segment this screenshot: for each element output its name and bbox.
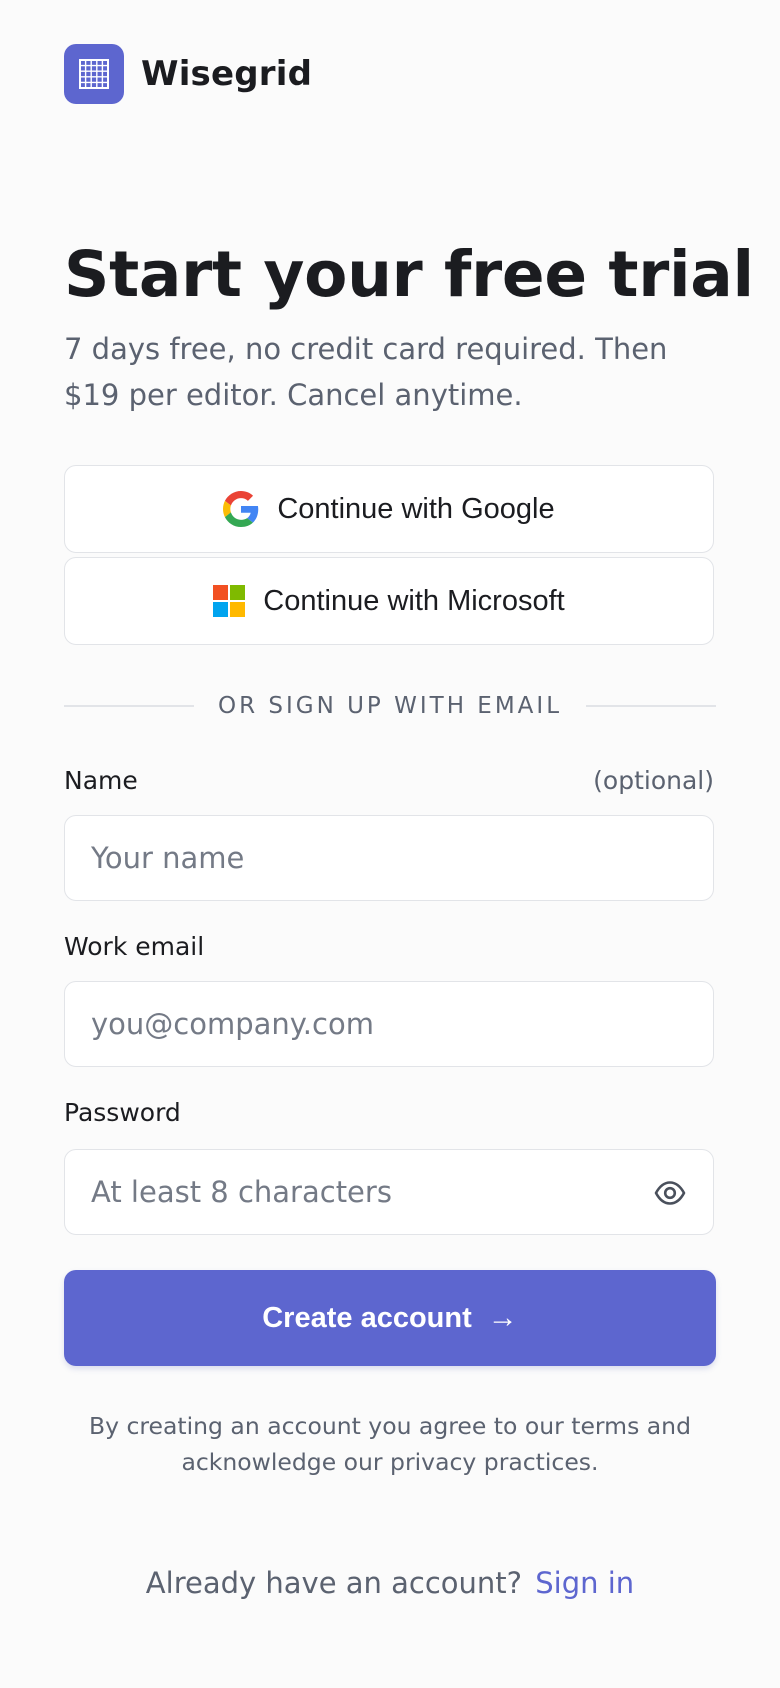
continue-with-microsoft-button[interactable]: Continue with Microsoft — [64, 557, 714, 645]
google-icon — [223, 491, 259, 527]
password-label: Password — [64, 1098, 181, 1127]
microsoft-icon — [213, 585, 246, 617]
sign-in-prompt: Already have an account? Sign in — [64, 1566, 716, 1600]
create-account-button[interactable]: Create account → — [64, 1270, 716, 1366]
eye-icon[interactable] — [653, 1176, 687, 1210]
continue-with-google-button[interactable]: Continue with Google — [64, 465, 714, 553]
legal-notice: By creating an account you agree to our … — [88, 1412, 691, 1476]
name-input[interactable] — [65, 816, 713, 900]
email-field[interactable] — [64, 981, 714, 1067]
arrow-right-icon: → — [487, 1301, 518, 1334]
sign-in-prompt-text: Already have an account? — [145, 1566, 523, 1600]
divider-line-right — [586, 705, 716, 707]
name-label: Name — [64, 766, 138, 795]
microsoft-button-label: Continue with Microsoft — [263, 584, 565, 617]
page-title: Start your free trial — [64, 238, 754, 311]
email-input[interactable] — [65, 982, 713, 1066]
divider: OR SIGN UP WITH EMAIL — [64, 686, 716, 726]
divider-text: OR SIGN UP WITH EMAIL — [217, 693, 563, 719]
name-field[interactable] — [64, 815, 714, 901]
password-field[interactable] — [64, 1149, 714, 1235]
logo — [64, 44, 124, 104]
page-subtitle: 7 days free, no credit card required. Th… — [64, 332, 668, 412]
grid-icon — [79, 59, 109, 89]
password-input[interactable] — [65, 1150, 713, 1234]
google-button-label: Continue with Google — [277, 492, 555, 525]
sign-in-link[interactable]: Sign in — [535, 1566, 634, 1600]
create-account-label: Create account — [262, 1301, 472, 1334]
brand-name: Wisegrid — [141, 54, 313, 94]
email-label: Work email — [64, 932, 205, 961]
brand: Wisegrid — [64, 44, 312, 104]
name-optional-hint: (optional) — [593, 766, 714, 795]
divider-line-left — [64, 705, 194, 707]
